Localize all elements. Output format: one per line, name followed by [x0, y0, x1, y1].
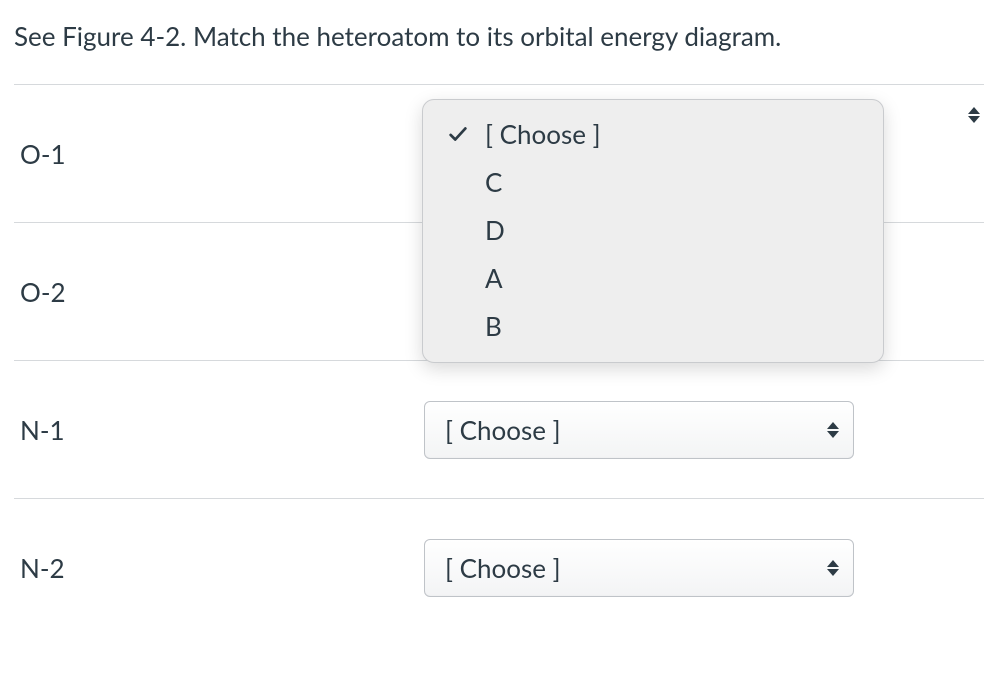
match-row-n2: N-2 [ Choose ] — [14, 498, 984, 636]
updown-icon — [827, 422, 839, 438]
check-icon — [445, 123, 471, 145]
dropdown-option-b[interactable]: B — [423, 302, 883, 350]
dropdown-option-a[interactable]: A — [423, 254, 883, 302]
match-row-o1: O-1 [ Choose ] C D — [14, 84, 984, 222]
dropdown-option-d[interactable]: D — [423, 206, 883, 254]
dropdown-option-choose[interactable]: [ Choose ] — [423, 110, 883, 158]
match-control: [ Choose ] — [424, 401, 984, 459]
question-text: See Figure 4-2. Match the heteroatom to … — [14, 18, 984, 54]
match-label: N-2 — [14, 552, 424, 584]
updown-icon — [827, 560, 839, 576]
match-row-n1: N-1 [ Choose ] — [14, 360, 984, 498]
select-n2[interactable]: [ Choose ] — [424, 539, 854, 597]
select-value: [ Choose ] — [445, 414, 561, 446]
match-label: O-2 — [14, 276, 424, 308]
option-label: A — [485, 262, 863, 294]
match-label: O-1 — [14, 138, 424, 170]
match-label: N-1 — [14, 414, 424, 446]
match-table: O-1 [ Choose ] C D — [14, 84, 984, 636]
select-caret-peek — [968, 107, 980, 123]
option-label: C — [485, 166, 863, 198]
dropdown-option-c[interactable]: C — [423, 158, 883, 206]
option-label: B — [485, 310, 863, 342]
option-label: [ Choose ] — [485, 118, 863, 150]
select-value: [ Choose ] — [445, 552, 561, 584]
dropdown-menu[interactable]: [ Choose ] C D A B — [422, 99, 884, 363]
select-n1[interactable]: [ Choose ] — [424, 401, 854, 459]
option-label: D — [485, 214, 863, 246]
match-control: [ Choose ] — [424, 539, 984, 597]
